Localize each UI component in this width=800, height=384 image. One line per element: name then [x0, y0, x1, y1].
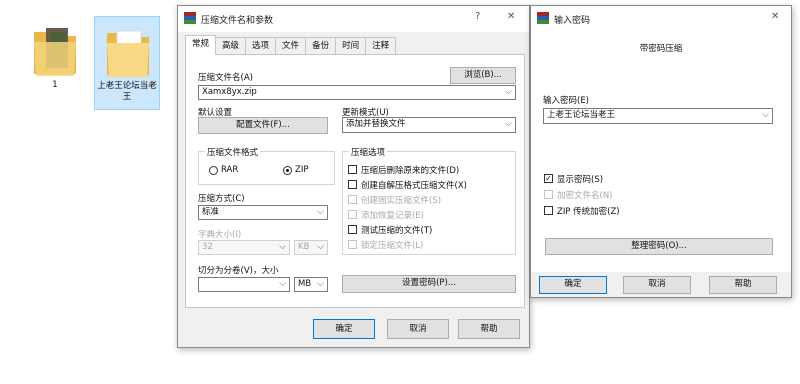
- dict-size-value: 32: [202, 242, 213, 252]
- option-delete-after-label: 压缩后删除原来的文件(D): [361, 166, 460, 176]
- browse-button[interactable]: 浏览(B)...: [450, 67, 516, 84]
- option-lock-checkbox: [348, 240, 357, 249]
- encrypt-names-checkbox: [544, 190, 553, 199]
- tab-comment[interactable]: 注释: [365, 37, 397, 55]
- option-solid-checkbox: [348, 195, 357, 204]
- tab-general[interactable]: 常规: [185, 35, 217, 55]
- cancel-button[interactable]: 取消: [387, 319, 449, 339]
- folder-label: 1: [52, 80, 58, 90]
- chevron-down-icon: ⌵: [762, 110, 769, 120]
- chevron-down-icon: ⌵: [505, 119, 512, 129]
- chevron-down-icon: ⌵: [505, 87, 512, 97]
- password-ok-button[interactable]: 确定: [539, 276, 607, 294]
- organize-passwords-button[interactable]: 整理密码(O)...: [545, 238, 773, 255]
- archive-dialog-title: 压缩文件名和参数: [201, 16, 274, 26]
- method-select[interactable]: 标准 ⌵: [198, 205, 328, 220]
- archive-format-group: 压缩文件格式 RAR ZIP: [198, 146, 335, 185]
- help-button[interactable]: 帮助: [458, 319, 520, 339]
- archive-options-group-title: 压缩选项: [349, 146, 388, 158]
- ok-button[interactable]: 确定: [313, 319, 375, 339]
- option-recovery-checkbox: [348, 210, 357, 219]
- tab-options[interactable]: 选项: [245, 37, 277, 55]
- password-dialog-titlebar: 输入密码 ✕: [531, 6, 791, 32]
- show-password-label: 显示密码(S): [557, 175, 604, 185]
- set-password-button[interactable]: 设置密码(P)...: [342, 275, 516, 293]
- folder-icon: [107, 30, 149, 77]
- option-test-label: 测试压缩的文件(T): [361, 226, 433, 236]
- winrar-icon: [537, 12, 549, 24]
- password-dialog-title: 输入密码: [554, 16, 591, 26]
- zip-legacy-checkbox[interactable]: [544, 206, 553, 215]
- format-rar-radio[interactable]: [209, 166, 218, 175]
- option-sfx-label: 创建自解压格式压缩文件(X): [361, 181, 467, 191]
- dict-unit-select: KB ⌵: [294, 240, 328, 255]
- show-password-checkbox[interactable]: ✓: [544, 174, 553, 183]
- update-mode-value: 添加并替换文件: [346, 119, 406, 129]
- password-value: 上老王论坛当老王: [547, 110, 616, 120]
- password-subtitle: 带密码压缩: [639, 44, 683, 54]
- option-test-checkbox[interactable]: [348, 225, 357, 234]
- chevron-down-icon: ⌵: [317, 279, 324, 289]
- encrypt-names-label: 加密文件名(N): [557, 191, 613, 201]
- split-size-combobox[interactable]: ⌵: [198, 277, 290, 292]
- close-icon[interactable]: ✕: [771, 11, 779, 22]
- option-sfx-checkbox[interactable]: [348, 180, 357, 189]
- dict-size-label: 字典大小(I): [198, 230, 242, 240]
- archive-tabs: 常规 高级 选项 文件 备份 时间 注释: [185, 35, 397, 55]
- option-solid-label: 创建固实压缩文件(S): [361, 196, 442, 206]
- dict-unit-value: KB: [298, 242, 310, 252]
- update-mode-select[interactable]: 添加并替换文件 ⌵: [342, 117, 516, 133]
- zip-legacy-label: ZIP 传统加密(Z): [557, 207, 620, 217]
- password-help-button[interactable]: 帮助: [709, 276, 777, 294]
- tab-time[interactable]: 时间: [335, 37, 367, 55]
- folder-label: 上老王论坛当老王: [97, 81, 157, 102]
- format-zip-label: ZIP: [295, 165, 309, 175]
- folder-item-1[interactable]: 1: [22, 16, 88, 110]
- chevron-down-icon: ⌵: [279, 242, 286, 252]
- chevron-down-icon: ⌵: [317, 207, 324, 217]
- tab-files[interactable]: 文件: [275, 37, 307, 55]
- archive-name-label: 压缩文件名(A): [198, 73, 253, 83]
- password-cancel-button[interactable]: 取消: [623, 276, 691, 294]
- split-volumes-label: 切分为分卷(V)，大小: [198, 266, 279, 276]
- folder-item-selected[interactable]: 上老王论坛当老王: [94, 16, 160, 110]
- method-value: 标准: [202, 207, 220, 217]
- profiles-button[interactable]: 配置文件(F)...: [198, 117, 328, 134]
- tab-panel-general: 压缩文件名(A) 浏览(B)... Xamx8yx.zip ⌵ 默认设置 配置文…: [185, 54, 525, 308]
- archive-name-value: Xamx8yx.zip: [202, 87, 257, 97]
- option-lock-label: 锁定压缩文件(L): [361, 241, 424, 251]
- split-unit-value: MB: [298, 279, 312, 289]
- enter-password-label: 输入密码(E): [543, 96, 590, 106]
- format-rar-label: RAR: [221, 165, 239, 175]
- option-delete-after-checkbox[interactable]: [348, 165, 357, 174]
- method-label: 压缩方式(C): [198, 194, 245, 204]
- archive-format-group-title: 压缩文件格式: [205, 146, 261, 158]
- format-zip-radio[interactable]: [283, 166, 292, 175]
- folder-icon: [34, 28, 76, 76]
- split-unit-select[interactable]: MB ⌵: [294, 277, 328, 292]
- password-input[interactable]: 上老王论坛当老王 ⌵: [543, 108, 773, 124]
- archive-options-group: 压缩选项 压缩后删除原来的文件(D) 创建自解压格式压缩文件(X) 创建固实压缩…: [342, 146, 516, 255]
- archive-dialog: 压缩文件名和参数 ? ✕ 常规 高级 选项 文件 备份 时间 注释 压缩文件名(…: [177, 5, 530, 348]
- help-icon[interactable]: ?: [475, 11, 480, 22]
- dict-size-select: 32 ⌵: [198, 240, 290, 255]
- tab-backup[interactable]: 备份: [305, 37, 337, 55]
- close-icon[interactable]: ✕: [507, 11, 515, 22]
- tab-advanced[interactable]: 高级: [215, 37, 247, 55]
- chevron-down-icon: ⌵: [279, 279, 286, 289]
- archive-name-combobox[interactable]: Xamx8yx.zip ⌵: [198, 85, 516, 100]
- winrar-icon: [184, 12, 196, 24]
- option-recovery-label: 添加恢复记录(E): [361, 211, 425, 221]
- chevron-down-icon: ⌵: [317, 242, 324, 252]
- password-dialog: 输入密码 ✕ 带密码压缩 输入密码(E) 上老王论坛当老王 ⌵ ✓ 显示密码(S…: [530, 5, 792, 298]
- archive-dialog-titlebar: 压缩文件名和参数 ? ✕: [178, 6, 529, 32]
- password-panel: [531, 32, 791, 272]
